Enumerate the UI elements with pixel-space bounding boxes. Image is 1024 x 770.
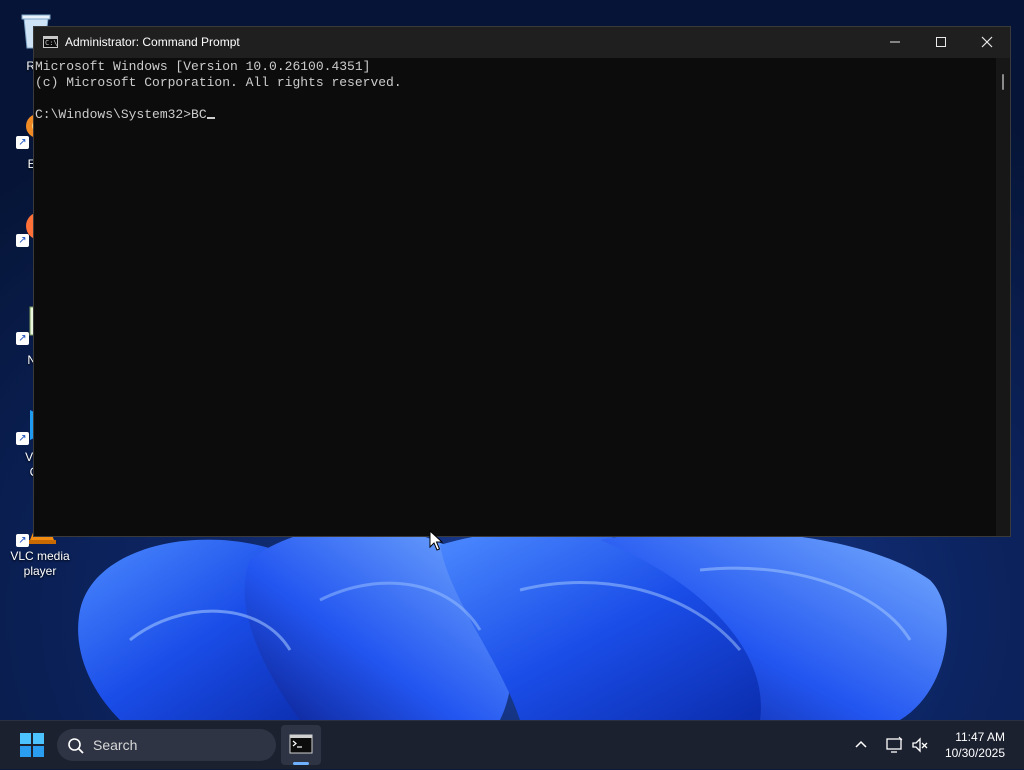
taskbar-search-box[interactable]: Search xyxy=(57,729,276,761)
vertical-scrollbar[interactable] xyxy=(996,58,1010,536)
network-display-icon[interactable] xyxy=(885,736,903,754)
chevron-up-icon[interactable] xyxy=(854,738,868,750)
shortcut-arrow-icon: ↗ xyxy=(16,234,29,247)
taskbar: Search 11:47 AM 10/30/2025 xyxy=(0,720,1024,769)
scrollbar-thumb[interactable] xyxy=(1002,74,1004,90)
search-icon xyxy=(68,738,84,754)
close-button[interactable] xyxy=(964,27,1010,58)
shortcut-arrow-icon: ↗ xyxy=(16,136,29,149)
console-line: Microsoft Windows [Version 10.0.26100.43… xyxy=(35,59,371,74)
console-prompt-line[interactable]: C:\Windows\System32>BC xyxy=(35,107,215,123)
mouse-pointer-icon xyxy=(429,530,443,551)
volume-muted-icon[interactable] xyxy=(911,736,929,754)
cmd-app-icon: C:\ xyxy=(43,36,58,48)
active-app-indicator xyxy=(293,762,309,765)
windows-logo-icon xyxy=(20,733,44,757)
clock-date[interactable]: 10/30/2025 xyxy=(945,746,1005,760)
minimize-button[interactable] xyxy=(872,27,918,58)
console-line: (c) Microsoft Corporation. All rights re… xyxy=(35,75,402,90)
shortcut-arrow-icon: ↗ xyxy=(16,432,29,445)
maximize-icon xyxy=(936,37,946,47)
shortcut-arrow-icon: ↗ xyxy=(16,332,29,345)
clock-time[interactable]: 11:47 AM xyxy=(955,730,1005,744)
desktop-icon-label-line2: player xyxy=(23,564,57,578)
start-button[interactable] xyxy=(12,729,52,761)
console-prompt-text: C:\Windows\System32>BC xyxy=(35,107,207,122)
command-prompt-window[interactable]: C:\ Administrator: Command Prompt Micros… xyxy=(33,26,1011,537)
taskbar-app-command-prompt[interactable] xyxy=(281,725,321,765)
console-output[interactable]: Microsoft Windows [Version 10.0.26100.43… xyxy=(34,58,994,536)
text-cursor xyxy=(206,117,215,119)
search-placeholder: Search xyxy=(93,737,138,753)
shortcut-arrow-icon: ↗ xyxy=(16,534,29,547)
minimize-icon xyxy=(890,41,900,43)
terminal-icon xyxy=(289,734,313,754)
window-title: Administrator: Command Prompt xyxy=(65,35,240,49)
window-titlebar[interactable]: C:\ Administrator: Command Prompt xyxy=(34,27,1010,58)
maximize-button[interactable] xyxy=(918,27,964,58)
desktop-icon-label: VLC media xyxy=(10,549,70,563)
close-icon xyxy=(981,36,993,48)
